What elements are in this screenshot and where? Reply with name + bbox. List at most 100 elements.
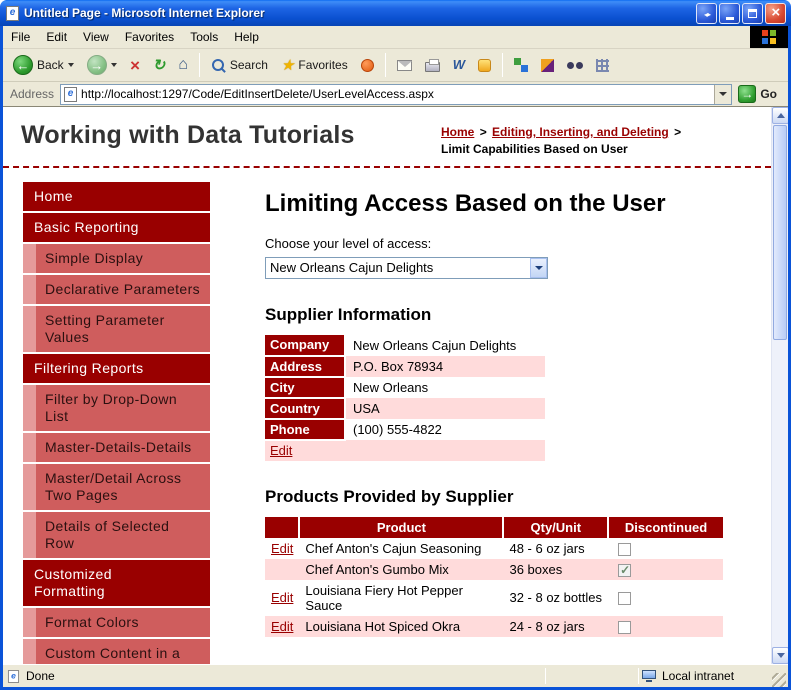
qty-column-header: Qty/Unit [503, 516, 610, 538]
menu-tools[interactable]: Tools [182, 26, 226, 48]
product-edit-link[interactable]: Edit [271, 541, 293, 556]
discontinued-checkbox[interactable] [618, 620, 632, 634]
back-dropdown-icon[interactable] [67, 63, 74, 67]
sidebar-item-declarative-parameters[interactable]: Declarative Parameters [36, 274, 210, 304]
product-name: Louisiana Fiery Hot Pepper Sauce [305, 582, 463, 613]
breadcrumb: Home > Editing, Inserting, and Deleting … [441, 121, 753, 158]
mail-button[interactable] [391, 51, 418, 79]
security-zone-panel: Local intranet [642, 669, 772, 683]
grid-addon-icon [596, 58, 609, 72]
print-button[interactable] [419, 51, 446, 79]
edit-with-word-button[interactable] [447, 51, 471, 79]
go-button[interactable]: Go [732, 85, 785, 103]
sidebar-item-filtering-reports[interactable]: Filtering Reports [23, 353, 210, 383]
research-button[interactable] [561, 51, 589, 79]
supplier-edit-link[interactable]: Edit [270, 443, 292, 458]
windows-flag-icon [762, 30, 776, 44]
vs-addon-icon [541, 58, 554, 72]
address-dropdown-button[interactable] [714, 84, 732, 104]
address-bar: Address http://localhost:1297/Code/EditI… [3, 82, 788, 107]
select-dropdown-button[interactable] [530, 257, 547, 278]
back-button[interactable]: Back [7, 51, 80, 79]
maximize-button[interactable] [742, 2, 763, 24]
sync-addon-icon [514, 58, 528, 72]
sidebar-item-customized-formatting[interactable]: Customized Formatting [23, 559, 210, 606]
resize-grip[interactable] [772, 673, 786, 687]
forward-button[interactable] [81, 51, 123, 79]
chevron-down-icon [534, 265, 543, 270]
messenger-button[interactable] [472, 51, 497, 79]
scroll-down-button[interactable] [772, 647, 788, 664]
site-title: Working with Data Tutorials [21, 121, 355, 149]
supplier-row: Country USA [265, 397, 545, 420]
discontinued-checkbox[interactable] [618, 542, 632, 556]
menu-view[interactable]: View [75, 26, 117, 48]
forward-icon [86, 55, 107, 75]
breadcrumb-home-link[interactable]: Home [441, 125, 474, 139]
status-left-panel: Done [7, 669, 542, 684]
browser-window: Untitled Page - Microsoft Internet Explo… [0, 0, 791, 690]
grid-addon-button[interactable] [590, 51, 615, 79]
product-qty: 32 - 8 oz bottles [509, 590, 602, 606]
home-button[interactable] [172, 51, 194, 79]
refresh-button[interactable] [147, 51, 172, 79]
favorites-button[interactable]: Favorites [275, 51, 354, 79]
chevron-down-icon [776, 653, 785, 658]
supplier-row: City New Orleans [265, 376, 545, 399]
sidebar-item-format-colors[interactable]: Format Colors [36, 607, 210, 637]
breadcrumb-separator: > [479, 125, 487, 139]
vertical-scrollbar[interactable] [771, 107, 788, 664]
menu-file[interactable]: File [3, 26, 38, 48]
product-edit-link[interactable]: Edit [271, 619, 293, 634]
sidebar-item-setting-parameter-values[interactable]: Setting Parameter Values [36, 305, 210, 352]
menu-favorites[interactable]: Favorites [117, 26, 182, 48]
sidebar-item-filter-by-dropdown-list[interactable]: Filter by Drop-Down List [36, 384, 210, 431]
sidebar-item-custom-content[interactable]: Custom Content in a [36, 638, 210, 664]
forward-dropdown-icon[interactable] [110, 63, 117, 67]
search-label: Search [229, 58, 268, 72]
discontinued-checkbox[interactable] [618, 563, 632, 577]
scrollbar-thumb[interactable] [773, 125, 787, 340]
sidebar-item-master-details-details[interactable]: Master-Details-Details [36, 432, 210, 462]
sidebar-item-master-detail-across-two-pages[interactable]: Master/Detail Across Two Pages [36, 463, 210, 510]
sidebar-item-details-of-selected-row[interactable]: Details of Selected Row [36, 511, 210, 558]
mail-icon [396, 59, 412, 71]
discontinued-checkbox[interactable] [618, 592, 632, 606]
menu-help[interactable]: Help [226, 26, 267, 48]
back-label: Back [37, 58, 64, 72]
media-button[interactable] [355, 51, 380, 79]
breadcrumb-section-link[interactable]: Editing, Inserting, and Deleting [492, 125, 669, 139]
sidebar-item-simple-display[interactable]: Simple Display [36, 243, 210, 273]
sidebar-item-basic-reporting[interactable]: Basic Reporting [23, 212, 210, 242]
vs-addon-button[interactable] [535, 51, 560, 79]
access-level-select[interactable]: New Orleans Cajun Delights [265, 256, 548, 279]
supplier-heading: Supplier Information [265, 304, 432, 324]
search-button[interactable]: Search [205, 51, 274, 79]
go-label: Go [760, 87, 777, 101]
go-icon [738, 85, 757, 103]
stop-button[interactable] [124, 51, 146, 79]
edit-column-header [265, 516, 301, 538]
products-header-row: Product Qty/Unit Discontinued [265, 516, 723, 538]
product-edit-link[interactable]: Edit [271, 590, 293, 605]
scroll-up-button[interactable] [772, 107, 788, 124]
window-extra-button[interactable] [696, 2, 717, 24]
address-url[interactable]: http://localhost:1297/Code/EditInsertDel… [81, 87, 710, 101]
supplier-row: Company New Orleans Cajun Delights [265, 334, 545, 357]
sidebar-item-home[interactable]: Home [23, 181, 210, 211]
address-label: Address [10, 87, 55, 101]
address-input[interactable]: http://localhost:1297/Code/EditInsertDel… [60, 83, 733, 105]
window-controls [694, 2, 786, 24]
minimize-button[interactable] [719, 2, 740, 24]
close-button[interactable] [765, 2, 786, 24]
web-page: Working with Data Tutorials Home > Editi… [3, 107, 771, 664]
product-qty: 24 - 8 oz jars [509, 618, 585, 634]
status-page-icon [7, 669, 20, 683]
status-separator [545, 668, 546, 684]
menu-edit[interactable]: Edit [38, 26, 75, 48]
window-title: Untitled Page - Microsoft Internet Explo… [24, 6, 265, 20]
minimize-icon [725, 16, 734, 20]
chevron-up-icon [776, 113, 785, 118]
titlebar[interactable]: Untitled Page - Microsoft Internet Explo… [0, 0, 791, 26]
sync-addon-button[interactable] [508, 51, 534, 79]
